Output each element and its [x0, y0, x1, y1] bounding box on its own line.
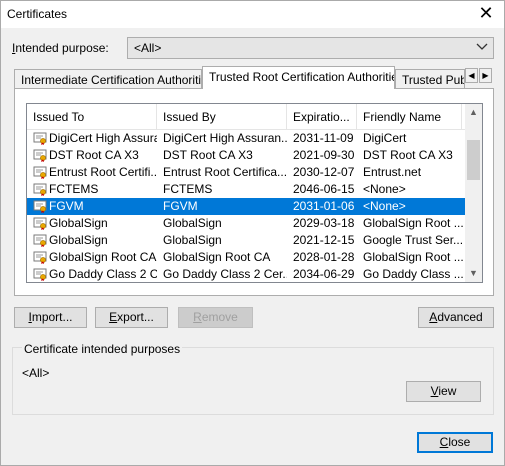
- tab-panel: Issued To Issued By Expiratio... Friendl…: [14, 88, 494, 296]
- cell-expiration: 2034-06-29: [293, 267, 355, 281]
- certificate-icon: [33, 148, 47, 162]
- arrow-up-icon[interactable]: ▲: [465, 104, 482, 121]
- tab-strip: Intermediate Certification Authorities T…: [14, 66, 494, 89]
- intended-purposes-group-label: Certificate intended purposes: [22, 342, 183, 356]
- cell-friendly-name: <None>: [363, 182, 406, 196]
- cell-issued-to: GlobalSign Root CA: [49, 250, 157, 264]
- cell-friendly-name: GlobalSign Root ...: [363, 250, 463, 264]
- column-header-issued-by[interactable]: Issued By: [157, 104, 287, 130]
- cell-issued-by: DigiCert High Assuran...: [163, 131, 287, 145]
- intended-purpose-value: <All>: [134, 41, 162, 55]
- cell-friendly-name: Go Daddy Class ...: [363, 267, 463, 281]
- list-header: Issued To Issued By Expiratio... Friendl…: [27, 104, 467, 130]
- cell-expiration: 2031-11-09: [293, 131, 354, 145]
- certificate-icon: [33, 250, 47, 264]
- table-row[interactable]: Go Daddy Class 2 C... Go Daddy Class 2 Ce…: [27, 266, 467, 282]
- cell-issued-by: DST Root CA X3: [163, 148, 253, 162]
- cell-issued-by: GlobalSign: [163, 233, 222, 247]
- cell-friendly-name: Google Trust Ser...: [363, 233, 463, 247]
- column-header-friendly-name[interactable]: Friendly Name: [357, 104, 462, 130]
- intended-purposes-value: <All>: [22, 366, 50, 380]
- cell-expiration: 2031-01-06: [293, 199, 355, 213]
- certificate-icon: [33, 199, 47, 213]
- cell-issued-to: FCTEMS: [49, 182, 99, 196]
- table-row[interactable]: GlobalSign GlobalSign 2021-12-15 Google Tru…: [27, 232, 467, 249]
- export-button[interactable]: Export...: [95, 307, 168, 328]
- cell-issued-to: FGVM: [49, 199, 84, 213]
- table-row[interactable]: GlobalSign Root CA GlobalSign Root CA 2028…: [27, 249, 467, 266]
- cell-friendly-name: GlobalSign Root ...: [363, 216, 463, 230]
- cell-friendly-name: <None>: [363, 199, 406, 213]
- table-row[interactable]: DigiCert High Assuran... DigiCert High As…: [27, 130, 467, 147]
- cell-issued-to: Entrust Root Certifi...: [49, 165, 157, 179]
- certificate-icon: [33, 267, 47, 281]
- tab-trusted-root-ca[interactable]: Trusted Root Certification Authorities: [202, 66, 395, 89]
- intended-purpose-dropdown[interactable]: <All>: [127, 37, 494, 59]
- cell-expiration: 2021-09-30: [293, 148, 355, 162]
- cell-expiration: 2028-01-28: [293, 250, 355, 264]
- remove-button[interactable]: Remove: [178, 307, 253, 328]
- close-window-icon[interactable]: ✕: [474, 4, 498, 24]
- certificate-icon: [33, 233, 47, 247]
- cell-issued-to: GlobalSign: [49, 233, 108, 247]
- view-button[interactable]: View: [406, 381, 481, 402]
- certificate-list[interactable]: Issued To Issued By Expiratio... Friendl…: [26, 103, 483, 283]
- cell-friendly-name: DigiCert: [363, 131, 407, 145]
- vertical-scrollbar[interactable]: ▲ ▼: [465, 104, 482, 282]
- certificate-icon: [33, 131, 47, 145]
- scrollbar-thumb[interactable]: [467, 140, 480, 180]
- cell-friendly-name: Entrust.net: [363, 165, 422, 179]
- cell-issued-to: DigiCert High Assuran...: [49, 131, 157, 145]
- cell-issued-to: DST Root CA X3: [49, 148, 139, 162]
- table-row[interactable]: DST Root CA X3 DST Root CA X3 2021-09-30 DS…: [27, 147, 467, 164]
- cell-issued-to: Go Daddy Class 2 C...: [49, 267, 157, 281]
- advanced-button[interactable]: Advanced: [418, 307, 494, 328]
- chevron-down-icon: [476, 43, 488, 50]
- chevron-right-icon[interactable]: ▶: [479, 68, 492, 83]
- certificate-icon: [33, 216, 47, 230]
- cell-expiration: 2021-12-15: [293, 233, 355, 247]
- table-row[interactable]: FGVM FGVM 2031-01-06 <None>: [27, 198, 467, 215]
- cell-issued-by: Go Daddy Class 2 Cer...: [163, 267, 287, 281]
- close-button[interactable]: Close: [417, 432, 493, 453]
- column-header-issued-to[interactable]: Issued To: [27, 104, 157, 130]
- cell-issued-by: GlobalSign Root CA: [163, 250, 271, 264]
- cell-issued-by: FCTEMS: [163, 182, 213, 196]
- table-row[interactable]: Entrust Root Certifi... Entrust Root Cert…: [27, 164, 467, 181]
- title-bar: Certificates ✕: [0, 0, 505, 28]
- cell-expiration: 2030-12-07: [293, 165, 355, 179]
- cell-issued-by: Entrust Root Certifica...: [163, 165, 287, 179]
- arrow-down-icon[interactable]: ▼: [465, 265, 482, 282]
- cell-issued-by: FGVM: [163, 199, 198, 213]
- cell-expiration: 2029-03-18: [293, 216, 355, 230]
- table-row[interactable]: FCTEMS FCTEMS 2046-06-15 <None>: [27, 181, 467, 198]
- table-row[interactable]: GlobalSign GlobalSign 2029-03-18 GlobalSign…: [27, 215, 467, 232]
- cell-issued-to: GlobalSign: [49, 216, 108, 230]
- window-title: Certificates: [7, 7, 68, 21]
- cell-expiration: 2046-06-15: [293, 182, 355, 196]
- tab-intermediate-ca[interactable]: Intermediate Certification Authorities: [14, 69, 202, 89]
- cell-issued-by: GlobalSign: [163, 216, 222, 230]
- tab-trusted-publishers[interactable]: Trusted Publ: [395, 69, 465, 89]
- import-button[interactable]: Import...: [14, 307, 87, 328]
- cell-friendly-name: DST Root CA X3: [363, 148, 453, 162]
- certificate-icon: [33, 182, 47, 196]
- chevron-left-icon[interactable]: ◀: [465, 68, 478, 83]
- intended-purpose-label: Intended purpose:: [12, 41, 109, 55]
- column-header-expiration[interactable]: Expiratio...: [287, 104, 357, 130]
- certificate-icon: [33, 165, 47, 179]
